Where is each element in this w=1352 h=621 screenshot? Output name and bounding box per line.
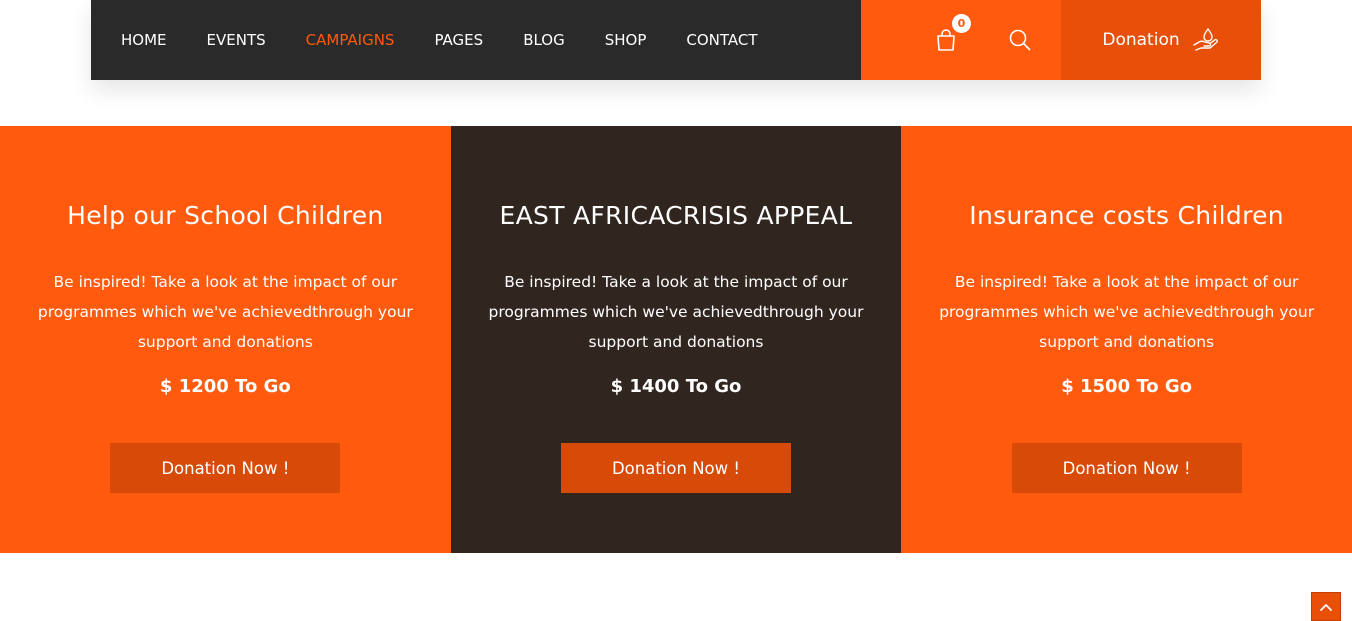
nav-item-pages[interactable]: PAGES [434,31,483,49]
hand-drop-icon [1192,27,1218,51]
donate-now-button[interactable]: Donation Now ! [560,443,791,493]
chevron-up-icon [1320,603,1332,611]
campaign-description: Be inspired! Take a look at the impact o… [37,273,413,351]
campaign-description: Be inspired! Take a look at the impact o… [939,273,1315,351]
nav-item-shop[interactable]: SHOP [605,31,647,49]
donate-now-button[interactable]: Donation Now ! [1011,443,1242,493]
shopping-bag-icon [937,29,955,51]
nav-actions: 0 [861,0,1061,80]
campaign-goal: $ 1500 To Go [1061,376,1193,397]
primary-nav: HOME EVENTS CAMPAIGNS PAGES BLOG SHOP CO… [91,0,861,80]
campaign-description: Be inspired! Take a look at the impact o… [488,273,864,351]
campaign-card: Insurance costs Children Be inspired! Ta… [901,126,1352,553]
donation-label: Donation [1102,30,1180,50]
campaign-title: Insurance costs Children [969,201,1284,230]
search-button[interactable] [1009,29,1031,51]
search-icon [1009,29,1031,51]
nav-item-events[interactable]: EVENTS [207,31,266,49]
back-to-top-button[interactable] [1311,592,1341,621]
nav-item-campaigns[interactable]: CAMPAIGNS [306,31,395,49]
campaign-card: EAST AFRICACRISIS APPEAL Be inspired! Ta… [450,126,902,553]
cart-button[interactable]: 0 [935,14,971,52]
campaign-goal: $ 1200 To Go [159,376,291,397]
campaign-card: Help our School Children Be inspired! Ta… [0,126,451,553]
campaign-title: EAST AFRICACRISIS APPEAL [499,201,853,230]
main-navbar: HOME EVENTS CAMPAIGNS PAGES BLOG SHOP CO… [91,0,1261,80]
nav-item-home[interactable]: HOME [121,31,167,49]
nav-item-blog[interactable]: BLOG [523,31,565,49]
cart-count-badge: 0 [952,14,971,33]
campaign-goal: $ 1400 To Go [610,376,742,397]
campaigns-section: Help our School Children Be inspired! Ta… [0,126,1352,553]
nav-item-contact[interactable]: CONTACT [686,31,757,49]
donation-button[interactable]: Donation [1061,0,1261,80]
donate-now-button[interactable]: Donation Now ! [110,443,341,493]
campaign-title: Help our School Children [67,201,384,230]
